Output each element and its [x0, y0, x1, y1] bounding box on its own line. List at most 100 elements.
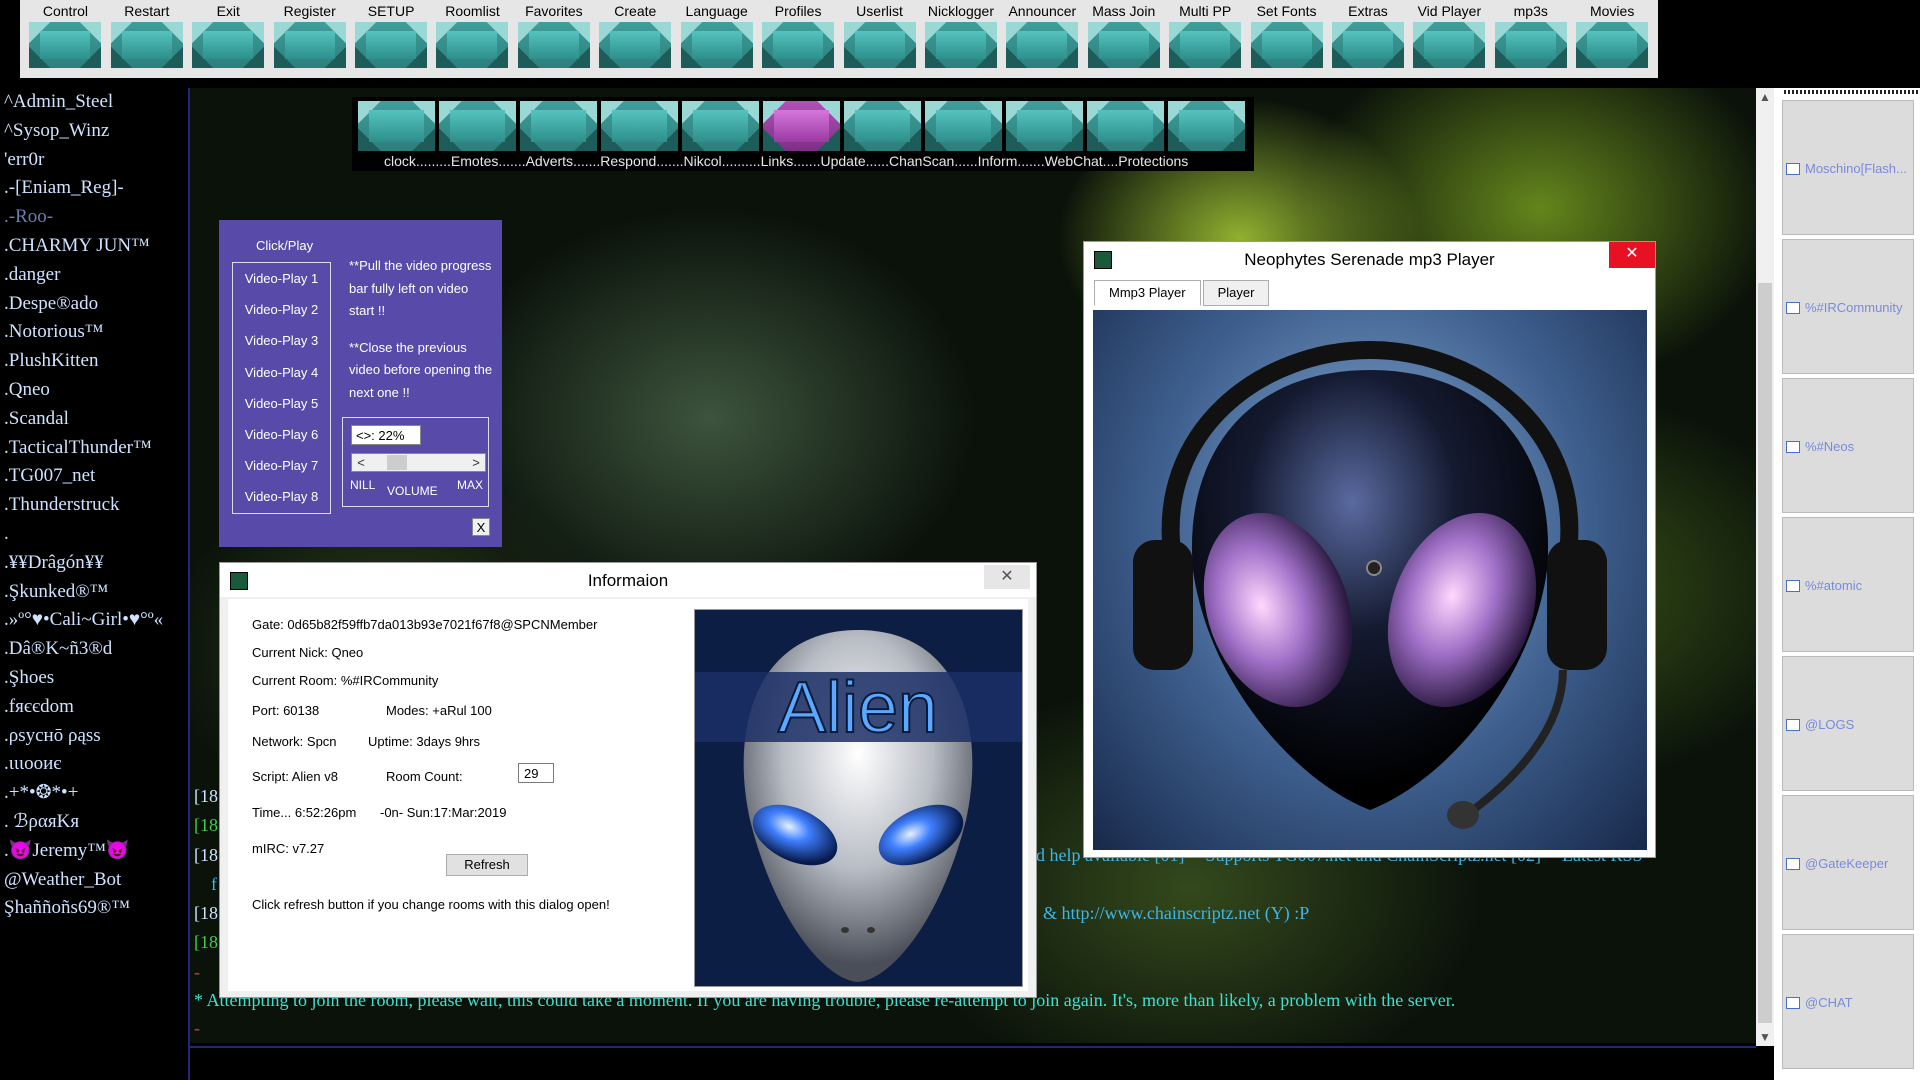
toolbar-button-announcer[interactable]: Announcer	[1002, 0, 1083, 68]
bevel-button-icon[interactable]	[1087, 22, 1160, 68]
switchbar-tile[interactable]: %#IRCommunity	[1782, 239, 1914, 374]
toolbar-button-language[interactable]: Language	[676, 0, 757, 68]
bevel-button-icon[interactable]	[1576, 22, 1649, 68]
submenu-button[interactable]	[682, 101, 759, 151]
submenu-button[interactable]	[1087, 101, 1164, 151]
submenu-button[interactable]	[358, 101, 435, 151]
submenu-button[interactable]	[439, 101, 516, 151]
submenu-button[interactable]	[520, 101, 597, 151]
nick-item[interactable]: .Thunderstruck	[0, 491, 188, 520]
switchbar-tile[interactable]: %#Neos	[1782, 378, 1914, 513]
switchbar-tile[interactable]: @GateKeeper	[1782, 795, 1914, 930]
nick-item[interactable]: .Qneo	[0, 376, 188, 405]
volume-slider-thumb[interactable]	[387, 455, 408, 470]
nick-item[interactable]: .TacticalThunder™	[0, 434, 188, 463]
toolbar-button-roomlist[interactable]: Roomlist	[432, 0, 513, 68]
bevel-button-icon[interactable]	[1169, 22, 1242, 68]
scroll-up-icon[interactable]: ▲	[1756, 90, 1774, 104]
video-play-item[interactable]: Video-Play 7	[233, 450, 330, 481]
bevel-button-icon[interactable]	[273, 22, 346, 68]
toolbar-button-set-fonts[interactable]: Set Fonts	[1246, 0, 1327, 68]
close-icon[interactable]: ✕	[1609, 242, 1655, 268]
toolbar-button-exit[interactable]: Exit	[188, 0, 269, 68]
bevel-button-icon[interactable]	[1413, 22, 1486, 68]
bevel-button-icon[interactable]	[1331, 22, 1404, 68]
nick-item[interactable]: ^Sysop_Winz	[0, 117, 188, 146]
nick-item[interactable]: .-[Eniam_Reg]-	[0, 174, 188, 203]
nick-item[interactable]: .danger	[0, 261, 188, 290]
command-input[interactable]	[190, 1046, 1756, 1080]
bevel-button-icon[interactable]	[762, 22, 835, 68]
video-panel-close-button[interactable]: X	[472, 518, 490, 536]
video-play-item[interactable]: Video-Play 8	[233, 481, 330, 512]
submenu-button[interactable]	[925, 101, 1002, 151]
nick-item[interactable]: 'err0r	[0, 146, 188, 175]
toolbar-button-restart[interactable]: Restart	[106, 0, 187, 68]
nick-item[interactable]: .Şkunked®™	[0, 578, 188, 607]
bevel-button-icon[interactable]	[680, 22, 753, 68]
scroll-down-icon[interactable]: ▼	[1756, 1030, 1774, 1044]
nick-item[interactable]: .fяєєdom	[0, 693, 188, 722]
switchbar-tile[interactable]: @CHAT	[1782, 934, 1914, 1069]
bevel-button-icon[interactable]	[1494, 22, 1567, 68]
refresh-button[interactable]: Refresh	[446, 854, 528, 876]
video-play-item[interactable]: Video-Play 6	[233, 419, 330, 450]
toolbar-button-favorites[interactable]: Favorites	[513, 0, 594, 68]
nick-item[interactable]: .PlushKitten	[0, 347, 188, 376]
toolbar-button-extras[interactable]: Extras	[1328, 0, 1409, 68]
submenu-button[interactable]	[844, 101, 921, 151]
toolbar-button-userlist[interactable]: Userlist	[839, 0, 920, 68]
toolbar-button-register[interactable]: Register	[269, 0, 350, 68]
nick-item[interactable]: .CHARMY JUN™	[0, 232, 188, 261]
bevel-button-icon[interactable]	[110, 22, 183, 68]
nick-item[interactable]: ^Admin_Steel	[0, 88, 188, 117]
nick-item[interactable]: . ℬραяKя	[0, 808, 188, 837]
nick-item[interactable]: .TG007_net	[0, 462, 188, 491]
toolbar-button-profiles[interactable]: Profiles	[758, 0, 839, 68]
bevel-button-icon[interactable]	[355, 22, 428, 68]
nick-item[interactable]: .ρѕуcнō ρąss	[0, 722, 188, 751]
submenu-button[interactable]	[1168, 101, 1245, 151]
switchbar-tile[interactable]: @LOGS	[1782, 656, 1914, 791]
toolbar-button-mass-join[interactable]: Mass Join	[1083, 0, 1164, 68]
video-play-item[interactable]: Video-Play 1	[233, 263, 330, 294]
bevel-button-icon[interactable]	[29, 22, 102, 68]
nick-item[interactable]: .Şhoes	[0, 664, 188, 693]
room-count-field[interactable]: 29	[518, 763, 554, 783]
chevron-left-icon[interactable]: <	[352, 454, 370, 471]
bevel-button-icon[interactable]	[924, 22, 997, 68]
toolbar-button-multi-pp[interactable]: Multi PP	[1165, 0, 1246, 68]
submenu-button[interactable]	[601, 101, 678, 151]
bevel-button-icon[interactable]	[1006, 22, 1079, 68]
submenu-button-active[interactable]	[763, 101, 840, 151]
player-titlebar[interactable]: Neophytes Serenade mp3 Player ✕	[1084, 242, 1655, 276]
video-play-item[interactable]: Video-Play 3	[233, 325, 330, 356]
switchbar-tile[interactable]: %#atomic	[1782, 517, 1914, 652]
submenu-labels[interactable]: clock.........Emotes.......Adverts......…	[384, 153, 1188, 169]
video-play-item[interactable]: Video-Play 4	[233, 357, 330, 388]
video-play-item[interactable]: Video-Play 2	[233, 294, 330, 325]
nick-item[interactable]: .»º°♥•Cali~Girl•♥°º«	[0, 606, 188, 635]
nick-item[interactable]: .-Roo-	[0, 203, 188, 232]
volume-slider[interactable]: < >	[351, 453, 486, 472]
toolbar-button-control[interactable]: Control	[25, 0, 106, 68]
video-play-item[interactable]: Video-Play 5	[233, 388, 330, 419]
bevel-button-icon[interactable]	[843, 22, 916, 68]
bevel-button-icon[interactable]	[192, 22, 265, 68]
scroll-thumb[interactable]	[1758, 283, 1772, 1023]
toolbar-button-movies[interactable]: Movies	[1572, 0, 1653, 68]
nick-item[interactable]: .Despe®ado	[0, 290, 188, 319]
bevel-button-icon[interactable]	[1250, 22, 1323, 68]
nick-item[interactable]: .+*•❂*•+	[0, 779, 188, 808]
bevel-button-icon[interactable]	[599, 22, 672, 68]
tab-player[interactable]: Player	[1202, 280, 1270, 306]
chevron-right-icon[interactable]: >	[467, 454, 485, 471]
toolbar-button-setup[interactable]: SETUP	[351, 0, 432, 68]
nick-item[interactable]: Şhaññoñs69®™	[0, 894, 188, 923]
toolbar-button-vid-player[interactable]: Vid Player	[1409, 0, 1490, 68]
dialog-titlebar[interactable]: Informaion ✕	[220, 563, 1036, 597]
chat-link[interactable]: & http://www.chainscriptz.net (Y) :P	[1043, 903, 1309, 924]
nick-item[interactable]: .Dâ®K~ñ3®d	[0, 635, 188, 664]
toolbar-button-create[interactable]: Create	[595, 0, 676, 68]
toolbar-button-mp3s[interactable]: mp3s	[1490, 0, 1571, 68]
